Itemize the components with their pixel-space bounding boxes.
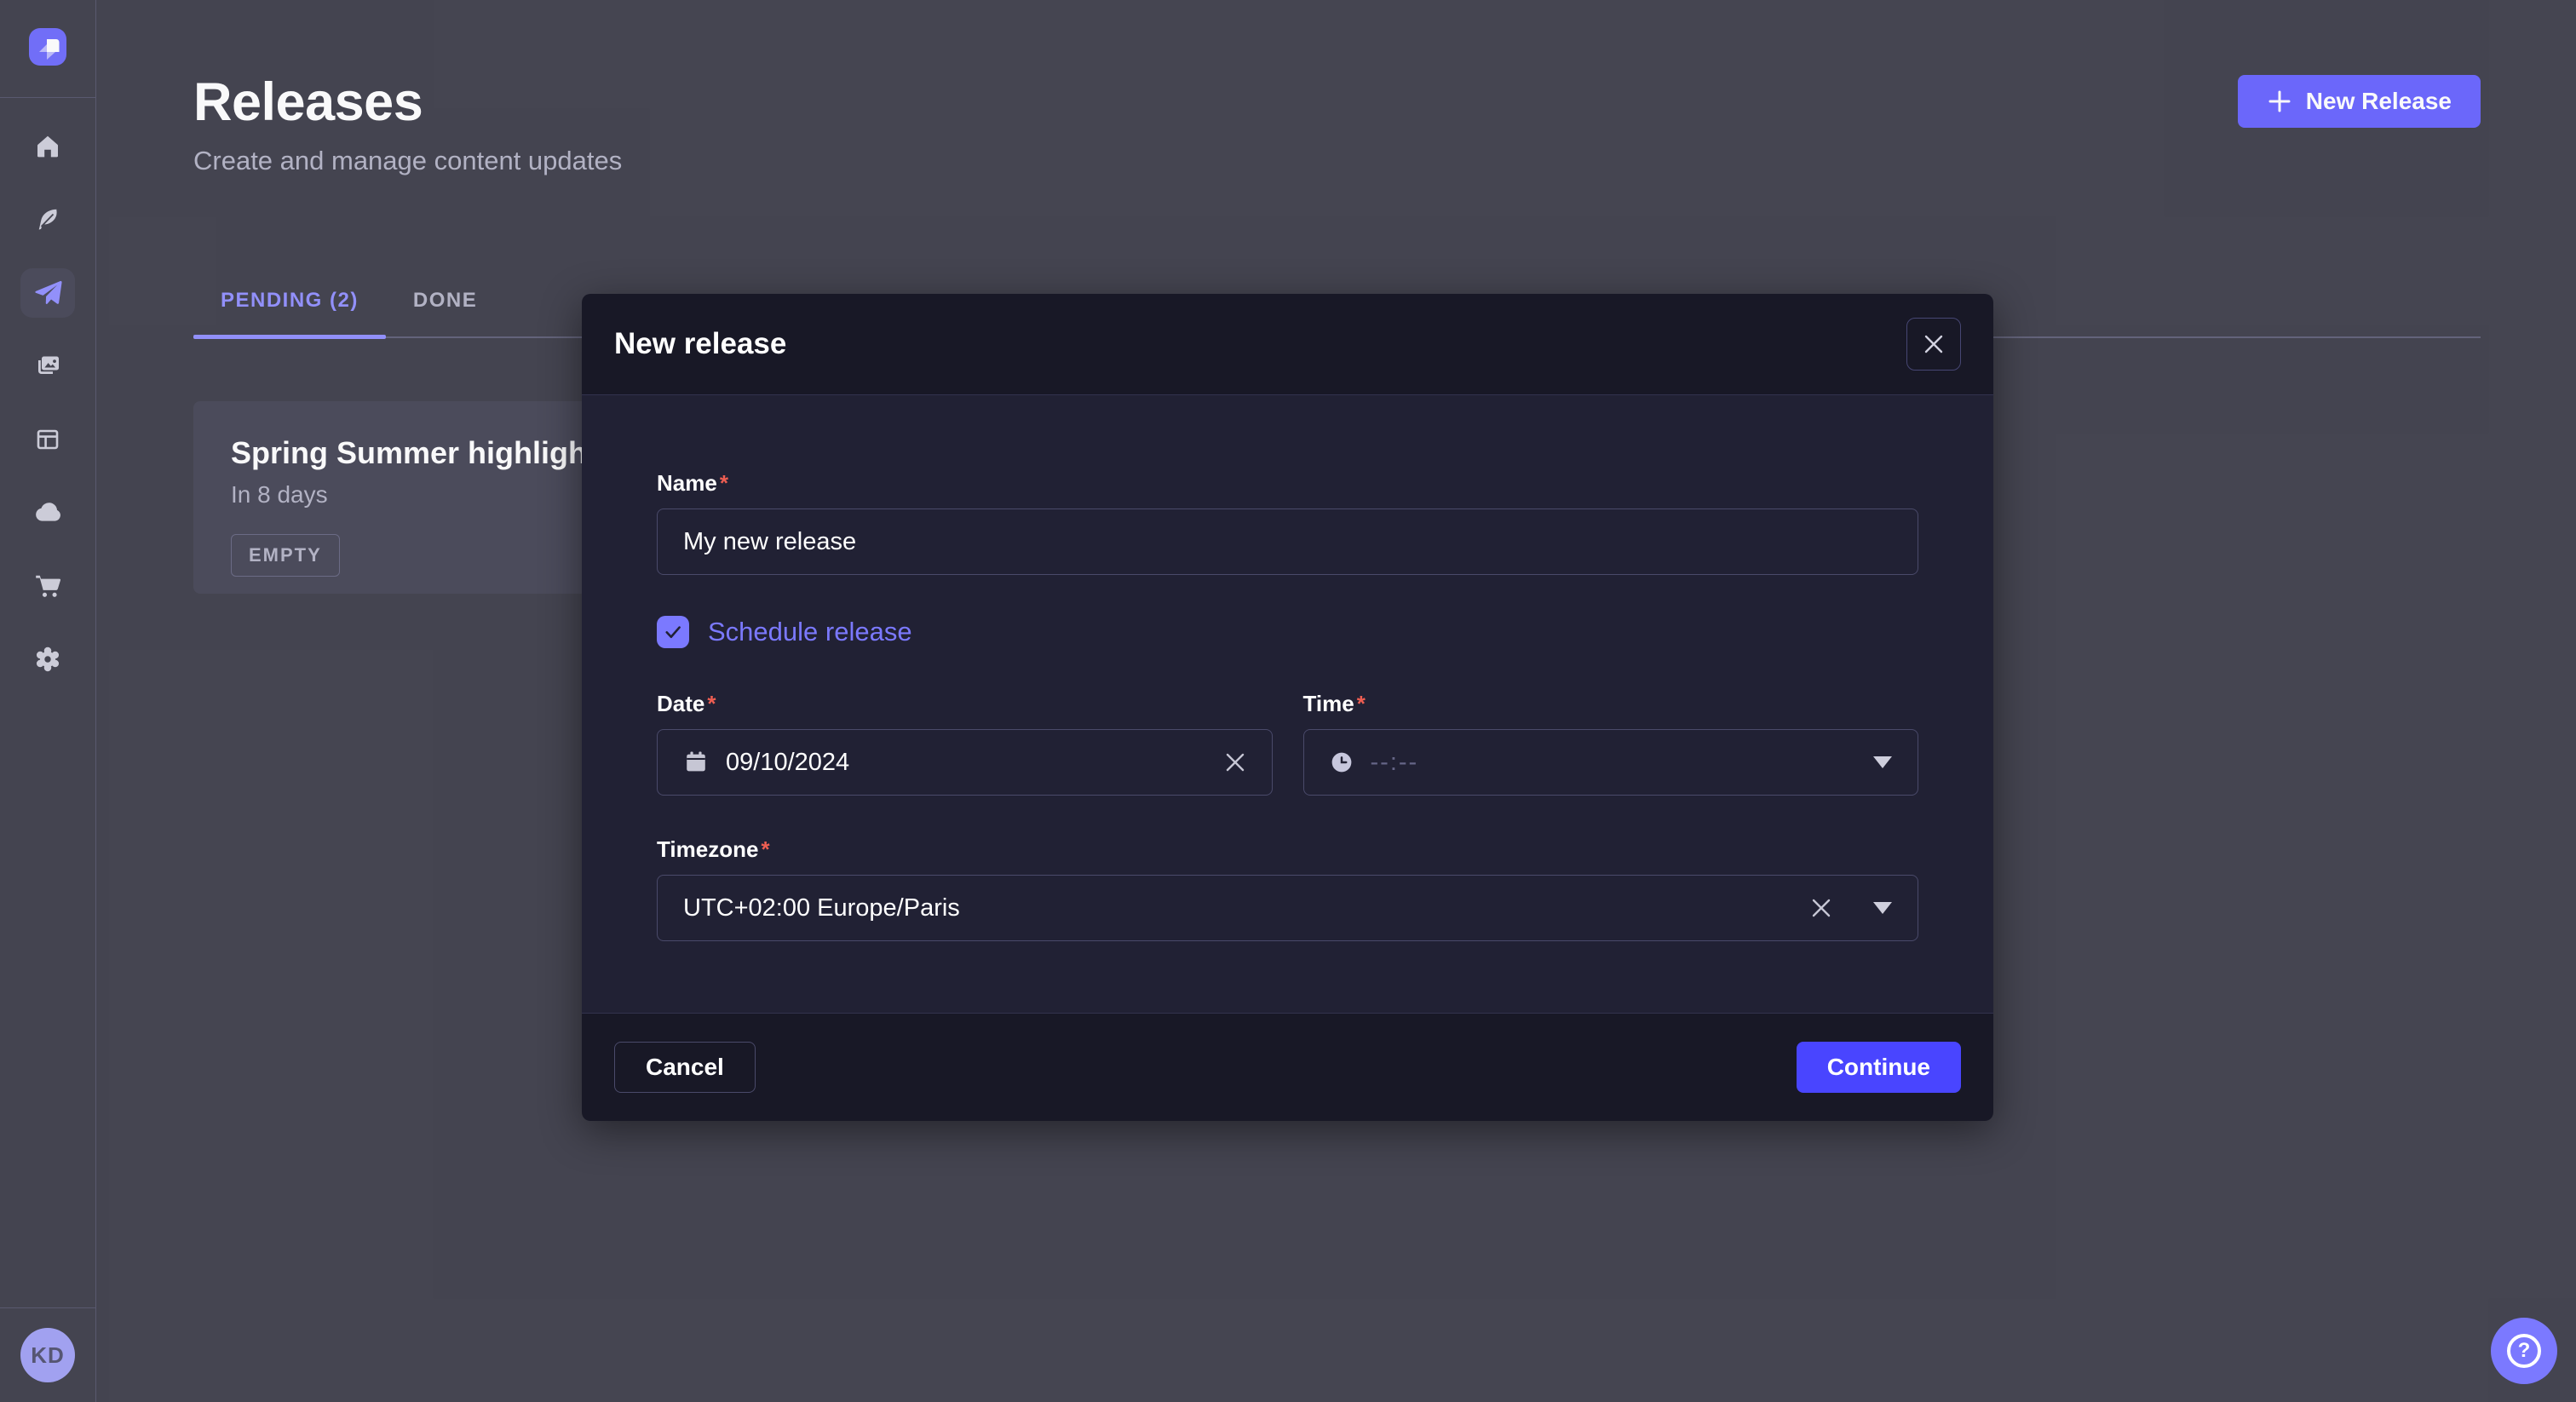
name-field-label: Name* <box>657 470 1918 497</box>
timezone-dropdown-caret[interactable] <box>1873 902 1892 914</box>
time-field-label: Time* <box>1303 691 1919 717</box>
modal-footer: Cancel Continue <box>582 1014 1993 1121</box>
help-button[interactable]: ? <box>2491 1318 2557 1384</box>
clock-icon <box>1330 750 1354 774</box>
continue-button[interactable]: Continue <box>1797 1042 1961 1093</box>
new-release-modal: New release Name* Schedule release Date* <box>582 294 1993 1121</box>
required-asterisk: * <box>707 691 716 716</box>
date-input[interactable]: 09/10/2024 <box>657 729 1273 796</box>
time-input[interactable]: --:-- <box>1303 729 1919 796</box>
calendar-icon <box>683 750 709 775</box>
name-input[interactable] <box>657 509 1918 575</box>
date-field-group: Date* 09/10/2024 <box>657 691 1273 796</box>
close-icon <box>1922 332 1946 356</box>
date-time-row: Date* 09/10/2024 <box>657 691 1918 796</box>
schedule-release-row[interactable]: Schedule release <box>657 616 1918 648</box>
required-asterisk: * <box>1357 691 1366 716</box>
date-input-value: 09/10/2024 <box>726 749 849 777</box>
modal-close-button[interactable] <box>1906 318 1961 371</box>
checkmark-icon <box>662 621 684 643</box>
time-dropdown-caret[interactable] <box>1873 756 1892 768</box>
required-asterisk: * <box>720 470 728 496</box>
timezone-clear-button[interactable] <box>1810 897 1832 919</box>
modal-title: New release <box>614 327 786 361</box>
schedule-checkbox[interactable] <box>657 616 689 648</box>
time-input-placeholder: --:-- <box>1371 749 1419 777</box>
time-field-group: Time* --:-- <box>1303 691 1919 796</box>
question-icon: ? <box>2507 1334 2541 1368</box>
required-asterisk: * <box>761 836 769 862</box>
timezone-input-value: UTC+02:00 Europe/Paris <box>683 894 960 922</box>
date-field-label: Date* <box>657 691 1273 717</box>
modal-body: Name* Schedule release Date* <box>582 394 1993 1014</box>
clear-x-icon <box>1810 897 1832 919</box>
cancel-button[interactable]: Cancel <box>614 1042 756 1093</box>
schedule-checkbox-label: Schedule release <box>708 617 912 647</box>
date-clear-button[interactable] <box>1224 751 1246 773</box>
modal-header: New release <box>582 294 1993 394</box>
clear-x-icon <box>1224 751 1246 773</box>
timezone-input[interactable]: UTC+02:00 Europe/Paris <box>657 875 1918 941</box>
timezone-field-label: Timezone* <box>657 836 1918 863</box>
